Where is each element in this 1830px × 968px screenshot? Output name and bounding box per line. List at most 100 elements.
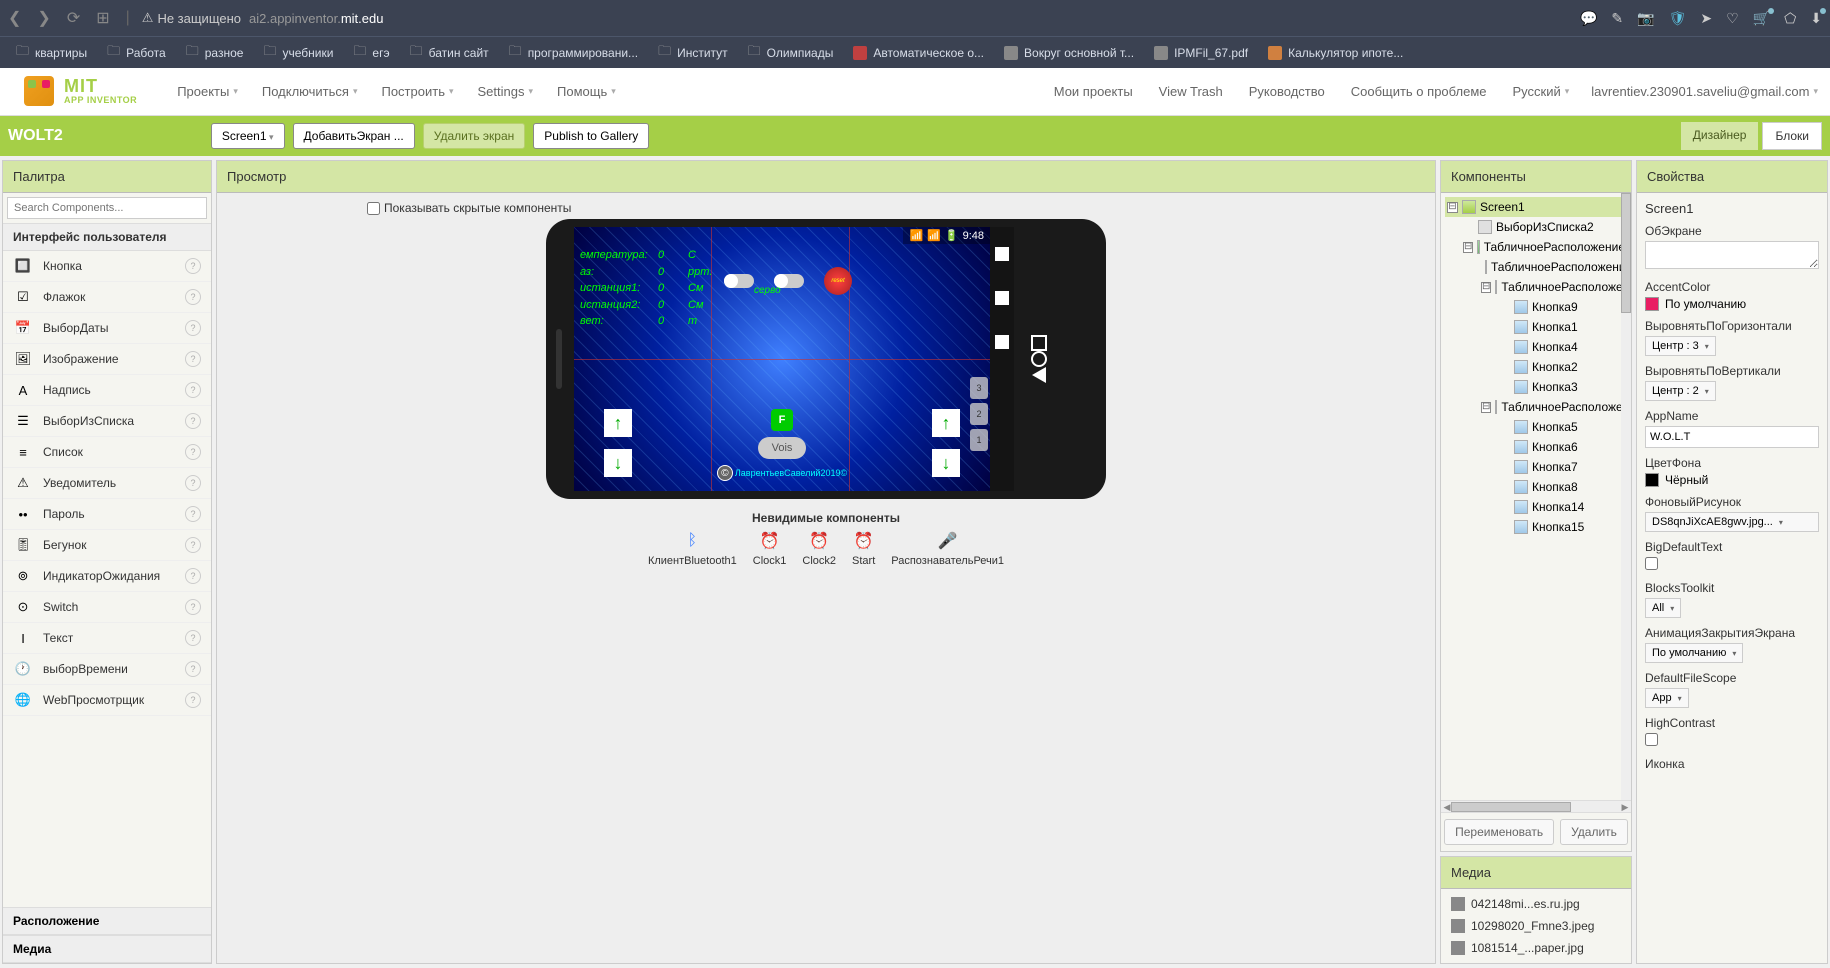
menu-item[interactable]: Settings	[478, 84, 534, 99]
menu-item[interactable]: Помощь	[557, 84, 616, 99]
invisible-component[interactable]: ⏰Clock1	[753, 531, 787, 567]
tree-item[interactable]: Кнопка14	[1445, 497, 1627, 517]
logo[interactable]: MIT APP INVENTOR	[24, 76, 137, 108]
my-projects-link[interactable]: Мои проекты	[1054, 84, 1137, 99]
reload-button[interactable]: ⟳	[67, 8, 80, 28]
palette-item[interactable]: ⊙Switch?	[3, 592, 211, 623]
prop-about-input[interactable]	[1645, 241, 1819, 269]
component-tree[interactable]: ⊟Screen1ВыборИзСписка2⊟ТабличноеРасполож…	[1441, 193, 1631, 800]
palette-section-ui[interactable]: Интерфейс пользователя	[3, 223, 211, 251]
tree-item[interactable]: Кнопка15	[1445, 517, 1627, 537]
invisible-component[interactable]: 🎤РаспознавательРечи1	[891, 531, 1004, 567]
prop-halign-select[interactable]: Центр : 3	[1645, 336, 1716, 356]
recent-apps-icon[interactable]	[1031, 335, 1047, 351]
download-icon[interactable]: ⬇	[1810, 10, 1822, 27]
bookmark-item[interactable]: IPMFil_67.pdf	[1146, 42, 1256, 64]
bookmark-item[interactable]: 🗀егэ	[345, 38, 397, 68]
apps-icon[interactable]: ⊞	[96, 8, 109, 28]
prop-accent-value[interactable]: По умолчанию	[1645, 297, 1819, 311]
menu-item[interactable]: Проекты	[177, 84, 238, 99]
tree-item[interactable]: Кнопка4	[1445, 337, 1627, 357]
bookmark-item[interactable]: Вокруг основной т...	[996, 42, 1142, 64]
bookmark-item[interactable]: 🗀Институт	[650, 38, 736, 68]
palette-item[interactable]: ⚠Уведомитель?	[3, 468, 211, 499]
tree-item[interactable]: Кнопка3	[1445, 377, 1627, 397]
blocks-tab[interactable]: Блоки	[1762, 122, 1822, 150]
arrow-up-1[interactable]: ↑	[604, 409, 632, 437]
reset-button[interactable]: reset	[824, 267, 852, 295]
back-icon[interactable]	[1032, 367, 1046, 383]
tree-item[interactable]: ⊟ТабличноеРасположение	[1445, 237, 1627, 257]
guide-link[interactable]: Руководство	[1249, 84, 1329, 99]
number-button[interactable]: 1	[970, 429, 988, 451]
checkbox-2[interactable]	[995, 291, 1009, 305]
chat-icon[interactable]: 💬	[1580, 10, 1597, 27]
palette-section-media[interactable]: Медиа	[3, 935, 211, 963]
rename-button[interactable]: Переименовать	[1444, 819, 1554, 845]
scrollbar[interactable]	[1621, 193, 1631, 800]
send-icon[interactable]: ➤	[1700, 10, 1712, 27]
prop-highcontrast-check[interactable]	[1645, 733, 1658, 746]
tree-item[interactable]: Кнопка8	[1445, 477, 1627, 497]
tree-item[interactable]: ТабличноеРасположение	[1445, 257, 1627, 277]
bookmark-item[interactable]: 🗀батин сайт	[402, 38, 497, 68]
edit-icon[interactable]: ✎	[1611, 10, 1623, 27]
palette-item[interactable]: ☰ВыборИзСписка?	[3, 406, 211, 437]
tree-item[interactable]: ⊟Screen1	[1445, 197, 1627, 217]
tree-item[interactable]: Кнопка1	[1445, 317, 1627, 337]
invisible-component[interactable]: ⏰Clock2	[802, 531, 836, 567]
arrow-down-2[interactable]: ↓	[932, 449, 960, 477]
language-select[interactable]: Русский	[1513, 84, 1570, 99]
help-icon[interactable]: ?	[185, 506, 201, 522]
tree-item[interactable]: ⊟ТабличноеРасположение	[1445, 277, 1627, 297]
tree-item[interactable]: ВыборИзСписка2	[1445, 217, 1627, 237]
bookmark-item[interactable]: 🗀Работа	[99, 38, 174, 68]
designer-tab[interactable]: Дизайнер	[1681, 122, 1759, 150]
bookmark-item[interactable]: Калькулятор ипоте...	[1260, 42, 1411, 64]
help-icon[interactable]: ?	[185, 382, 201, 398]
palette-section-layout[interactable]: Расположение	[3, 907, 211, 935]
prop-valign-select[interactable]: Центр : 2	[1645, 381, 1716, 401]
prop-bigdefault-check[interactable]	[1645, 557, 1658, 570]
palette-item[interactable]: ⊚ИндикаторОжидания?	[3, 561, 211, 592]
palette-item[interactable]: 🕐выборВремени?	[3, 654, 211, 685]
help-icon[interactable]: ?	[185, 537, 201, 553]
media-item[interactable]: 1081514_...paper.jpg	[1445, 937, 1627, 959]
bookmark-item[interactable]: 🗀квартиры	[8, 38, 95, 68]
home-icon[interactable]	[1031, 351, 1047, 367]
delete-button[interactable]: Удалить	[1560, 819, 1628, 845]
prop-bgimage-select[interactable]: DS8qnJiXcAE8gwv.jpg...	[1645, 512, 1819, 532]
tree-toggle[interactable]: ⊟	[1463, 242, 1473, 253]
shield-icon[interactable]: 🛡	[1669, 10, 1687, 27]
media-item[interactable]: 042148mi...es.ru.jpg	[1445, 893, 1627, 915]
publish-button[interactable]: Publish to Gallery	[533, 123, 649, 149]
tree-item[interactable]: ⊟ТабличноеРасположение	[1445, 397, 1627, 417]
tree-item[interactable]: Кнопка5	[1445, 417, 1627, 437]
help-icon[interactable]: ?	[185, 289, 201, 305]
help-icon[interactable]: ?	[185, 475, 201, 491]
vois-button[interactable]: Vois	[758, 437, 807, 459]
help-icon[interactable]: ?	[185, 444, 201, 460]
report-link[interactable]: Сообщить о проблеме	[1351, 84, 1491, 99]
tree-toggle[interactable]: ⊟	[1481, 402, 1491, 413]
tree-item[interactable]: Кнопка7	[1445, 457, 1627, 477]
media-item[interactable]: 10298020_Fmne3.jpeg	[1445, 915, 1627, 937]
palette-item[interactable]: 🎚Бегунок?	[3, 530, 211, 561]
palette-item[interactable]: AНадпись?	[3, 375, 211, 406]
palette-item[interactable]: 📅ВыборДаты?	[3, 313, 211, 344]
help-icon[interactable]: ?	[185, 258, 201, 274]
prop-bgcolor-value[interactable]: Чёрный	[1645, 473, 1819, 487]
switch-1[interactable]	[724, 274, 754, 288]
palette-item[interactable]: ≡Список?	[3, 437, 211, 468]
invisible-component[interactable]: ᛒКлиентBluetooth1	[648, 531, 737, 567]
tree-toggle[interactable]: ⊟	[1481, 282, 1491, 293]
palette-item[interactable]: 🌐WebПросмотрщик?	[3, 685, 211, 716]
user-email[interactable]: lavrentiev.230901.saveliu@gmail.com	[1591, 84, 1818, 99]
arrow-down-1[interactable]: ↓	[604, 449, 632, 477]
help-icon[interactable]: ?	[185, 661, 201, 677]
help-icon[interactable]: ?	[185, 599, 201, 615]
back-button[interactable]: ❮	[8, 8, 21, 28]
forward-button[interactable]: ❯	[37, 8, 50, 28]
prop-filescope-select[interactable]: App	[1645, 688, 1689, 708]
arrow-up-2[interactable]: ↑	[932, 409, 960, 437]
